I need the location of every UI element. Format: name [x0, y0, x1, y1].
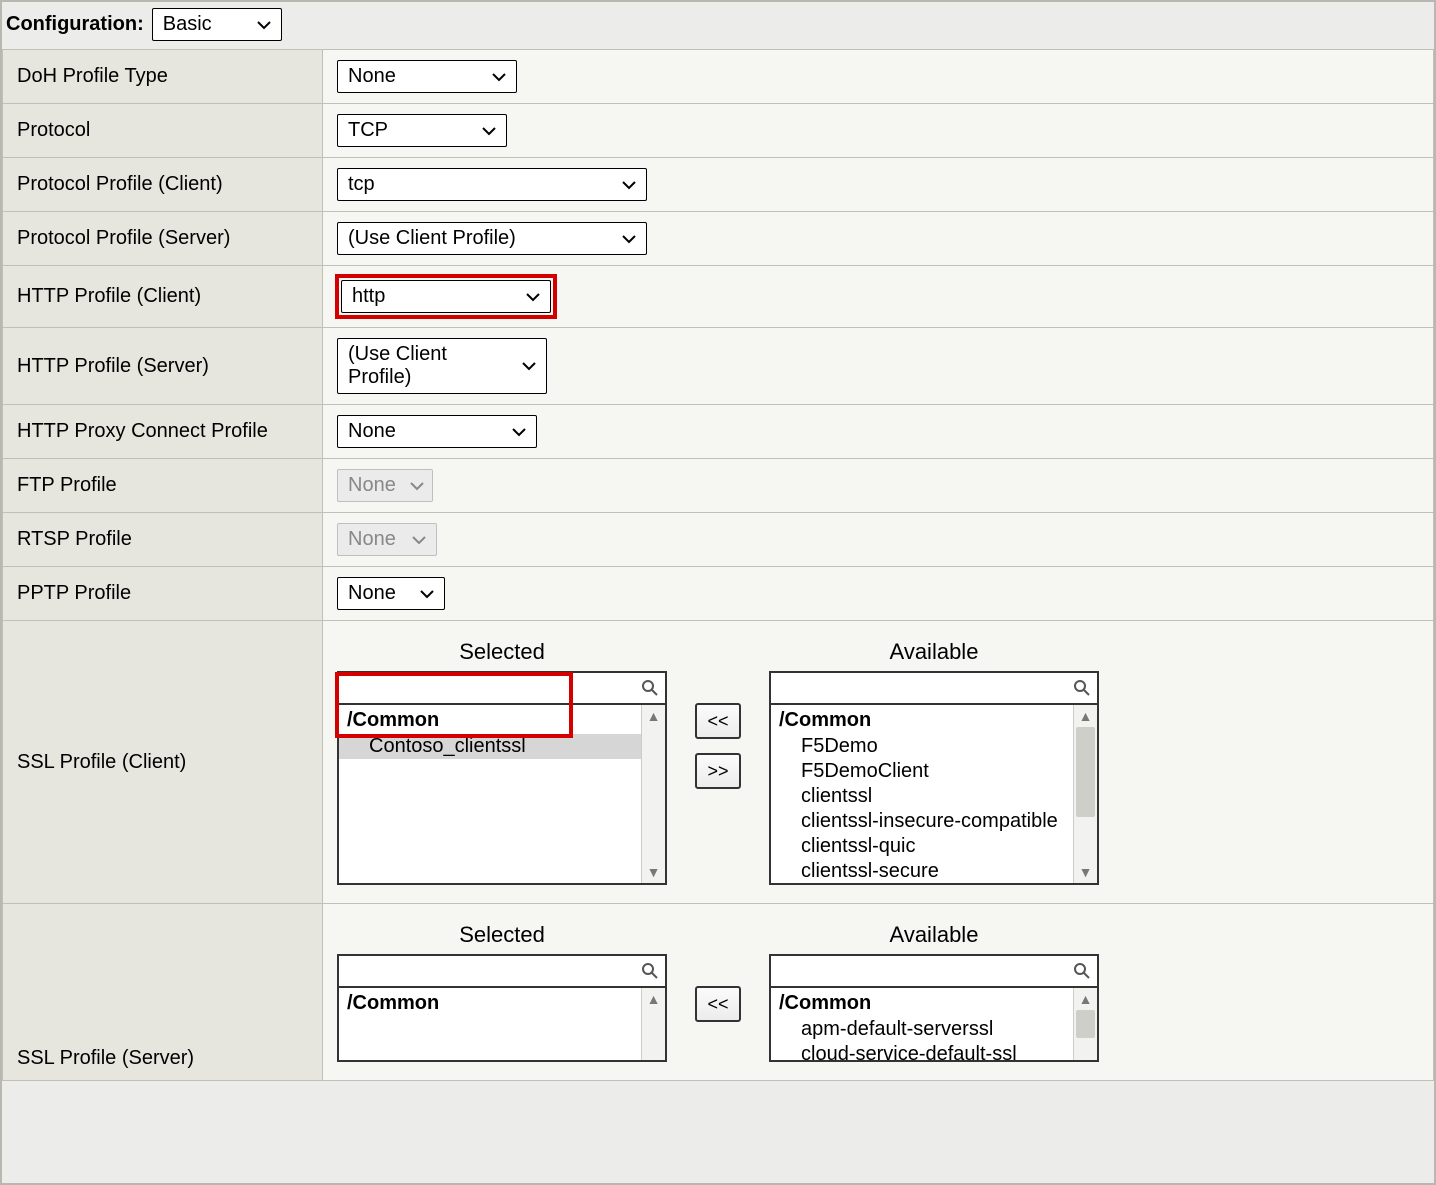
ftp-profile-select: None [337, 469, 433, 502]
search-icon [635, 962, 665, 980]
move-left-button[interactable]: << [695, 986, 741, 1022]
ssl-server-available-search-input[interactable] [771, 957, 1067, 986]
row-label-protocol-profile-server: Protocol Profile (Server) [3, 212, 323, 266]
chevron-down-icon [526, 292, 540, 302]
scroll-down-icon[interactable]: ▼ [642, 861, 665, 883]
list-item[interactable]: clientssl-insecure-compatible [771, 809, 1073, 834]
row-label-http-profile-client: HTTP Profile (Client) [3, 266, 323, 328]
move-right-button[interactable]: >> [695, 753, 741, 789]
http-profile-client-highlight: http [337, 276, 555, 317]
chevron-down-icon [522, 361, 536, 371]
row-label-pptp-profile: PPTP Profile [3, 567, 323, 621]
scroll-down-icon[interactable]: ▼ [1074, 861, 1097, 883]
chevron-down-icon [492, 72, 506, 82]
ssl-server-selected-listbox[interactable]: /Common ▲ [337, 988, 667, 1062]
ssl-client-selected-group: /Common [339, 707, 641, 734]
configuration-label: Configuration: [6, 13, 144, 36]
ssl-server-available-title: Available [769, 922, 1099, 948]
list-item[interactable]: F5Demo [771, 734, 1073, 759]
scroll-up-icon[interactable]: ▲ [642, 988, 665, 1010]
configuration-form-table: DoH Profile Type None Protocol TCP [2, 49, 1434, 1081]
chevron-down-icon [622, 234, 636, 244]
list-item[interactable]: clientssl-quic [771, 834, 1073, 859]
chevron-down-icon [482, 126, 496, 136]
ssl-server-selected-search-input[interactable] [339, 957, 635, 986]
list-item[interactable]: cloud-service-default-ssl [771, 1042, 1073, 1060]
scroll-up-icon[interactable]: ▲ [1074, 705, 1097, 727]
row-label-ftp-profile: FTP Profile [3, 459, 323, 513]
ssl-client-selected-listbox[interactable]: /Common Contoso_clientssl ▲ ▼ [337, 705, 667, 885]
move-left-button[interactable]: << [695, 703, 741, 739]
ssl-server-selected-group: /Common [339, 990, 641, 1017]
rtsp-profile-select: None [337, 523, 437, 556]
list-item[interactable]: clientssl [771, 784, 1073, 809]
chevron-down-icon [512, 427, 526, 437]
ssl-server-dual-list: Selected /Common [337, 922, 1419, 1062]
ssl-server-available-listbox[interactable]: /Common apm-default-serverssl cloud-serv… [769, 988, 1099, 1062]
configuration-panel: Configuration: Basic DoH Profile Type No… [0, 0, 1436, 1185]
ssl-client-move-buttons: << >> [695, 703, 741, 789]
search-icon [1067, 962, 1097, 980]
ssl-client-selected-search[interactable] [337, 671, 667, 705]
protocol-profile-client-select[interactable]: tcp [337, 168, 647, 201]
scrollbar[interactable]: ▲ [1073, 988, 1097, 1060]
ssl-server-selected-title: Selected [337, 922, 667, 948]
protocol-profile-server-select[interactable]: (Use Client Profile) [337, 222, 647, 255]
scrollbar[interactable]: ▲ [641, 988, 665, 1060]
ssl-client-available-listbox[interactable]: /Common F5Demo F5DemoClient clientssl cl… [769, 705, 1099, 885]
ssl-client-available-search-input[interactable] [771, 674, 1067, 703]
pptp-profile-select[interactable]: None [337, 577, 445, 610]
ssl-client-available-group: /Common [771, 707, 1073, 734]
ssl-client-selected-search-input[interactable] [339, 674, 635, 703]
chevron-down-icon [622, 180, 636, 190]
list-item[interactable]: clientssl-secure [771, 859, 1073, 883]
http-profile-server-select[interactable]: (Use Client Profile) [337, 338, 547, 394]
ssl-server-available-group: /Common [771, 990, 1073, 1017]
configuration-select[interactable]: Basic [152, 8, 282, 41]
row-label-protocol: Protocol [3, 104, 323, 158]
scroll-up-icon[interactable]: ▲ [642, 705, 665, 727]
chevron-down-icon [410, 481, 424, 491]
row-label-protocol-profile-client: Protocol Profile (Client) [3, 158, 323, 212]
list-item[interactable]: F5DemoClient [771, 759, 1073, 784]
scrollbar[interactable]: ▲ ▼ [641, 705, 665, 883]
scroll-up-icon[interactable]: ▲ [1074, 988, 1097, 1010]
ssl-client-dual-list: Selected /Common Contoso_clients [337, 639, 1419, 885]
ssl-client-selected-title: Selected [337, 639, 667, 665]
http-profile-client-select[interactable]: http [341, 280, 551, 313]
doh-profile-type-select[interactable]: None [337, 60, 517, 93]
http-proxy-connect-select[interactable]: None [337, 415, 537, 448]
row-label-doh: DoH Profile Type [3, 50, 323, 104]
list-item[interactable]: apm-default-serverssl [771, 1017, 1073, 1042]
list-item[interactable]: Contoso_clientssl [339, 734, 641, 759]
search-icon [635, 679, 665, 697]
ssl-server-available-search[interactable] [769, 954, 1099, 988]
configuration-select-value: Basic [163, 13, 212, 36]
configuration-bar: Configuration: Basic [2, 2, 1434, 49]
row-label-ssl-profile-server: SSL Profile (Server) [3, 904, 323, 1081]
row-label-ssl-profile-client: SSL Profile (Client) [3, 621, 323, 904]
row-label-rtsp-profile: RTSP Profile [3, 513, 323, 567]
row-label-http-profile-server: HTTP Profile (Server) [3, 328, 323, 405]
protocol-select[interactable]: TCP [337, 114, 507, 147]
scrollbar[interactable]: ▲ ▼ [1073, 705, 1097, 883]
chevron-down-icon [257, 20, 271, 30]
chevron-down-icon [412, 535, 426, 545]
ssl-server-move-buttons: << [695, 986, 741, 1022]
ssl-client-available-search[interactable] [769, 671, 1099, 705]
search-icon [1067, 679, 1097, 697]
row-label-http-proxy-connect: HTTP Proxy Connect Profile [3, 405, 323, 459]
ssl-server-selected-search[interactable] [337, 954, 667, 988]
ssl-client-available-title: Available [769, 639, 1099, 665]
chevron-down-icon [420, 589, 434, 599]
